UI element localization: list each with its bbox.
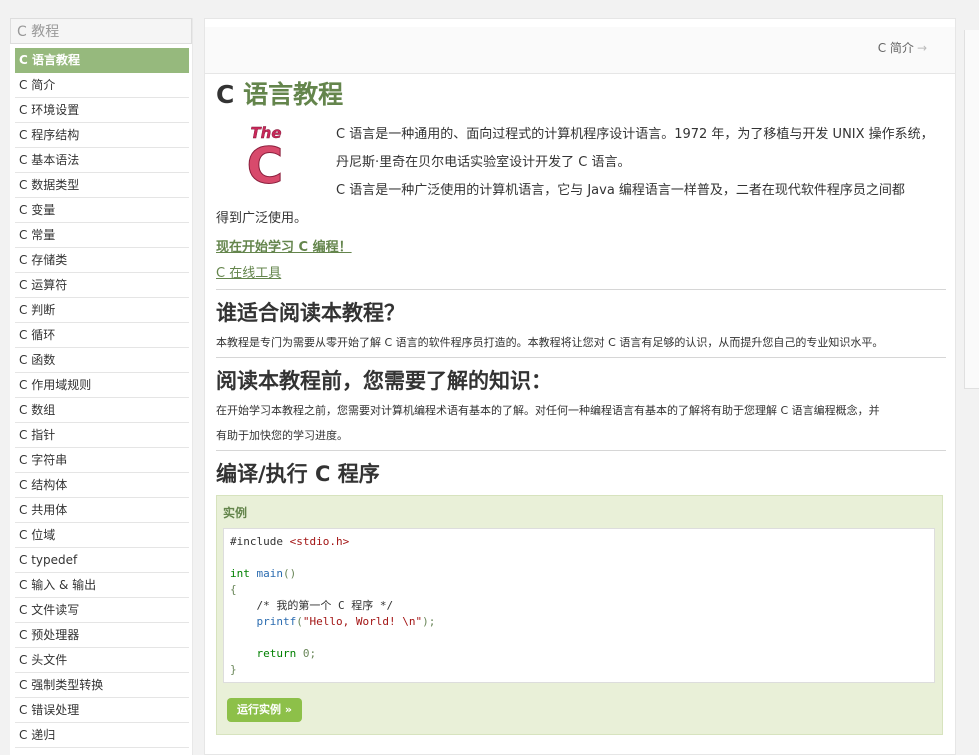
sidebar-item[interactable]: C 变量 (15, 198, 189, 223)
code-string: "Hello, World! \n" (302, 615, 423, 628)
code-header: <stdio.h> (289, 535, 350, 548)
example-box: 实例 #include <stdio.h> int main() { /* 我的… (216, 495, 943, 735)
sidebar-item[interactable]: C 程序结构 (15, 123, 189, 148)
main-content: C 简介 → C 语言教程 The C C 语言是一种通用的、面向过程式的计算机程… (204, 18, 956, 755)
section-prerequisites-title: 阅读本教程前，您需要了解的知识： (216, 369, 552, 393)
online-tools-link[interactable]: C 在线工具 (216, 261, 946, 287)
top-navigation: C 简介 → (205, 27, 955, 74)
arrow-right-icon: → (916, 41, 927, 55)
sidebar-item[interactable]: C 数据类型 (15, 173, 189, 198)
sidebar-item[interactable]: C typedef (15, 548, 189, 573)
code-keyword-int: int (230, 567, 250, 580)
sidebar-item[interactable]: C 字符串 (15, 448, 189, 473)
code-paren-open: ( (296, 615, 303, 628)
code-main: main (249, 567, 283, 580)
sidebar-item[interactable]: C 数组 (15, 398, 189, 423)
next-page-link[interactable]: C 简介 → (878, 39, 927, 56)
sidebar-item[interactable]: C 输入 & 输出 (15, 573, 189, 598)
sidebar-item[interactable]: C 环境设置 (15, 98, 189, 123)
c-language-logo: The C (246, 124, 284, 189)
code-paren-close: ); (422, 615, 436, 628)
intro-section: The C C 语言是一种通用的、面向过程式的计算机程序设计语言。1972 年，… (216, 121, 946, 233)
sidebar-item[interactable]: C 指针 (15, 423, 189, 448)
sidebar: C 教程 C 语言教程 C 简介 C 环境设置 C 程序结构 C 基本语法 C 数据类型 C… (10, 18, 193, 755)
sidebar-item[interactable]: C 运算符 (15, 273, 189, 298)
code-include: #include (230, 535, 290, 548)
logo-c-letter: C (247, 137, 284, 189)
sidebar-item[interactable]: C 函数 (15, 348, 189, 373)
page-title: C 语言教程 (216, 79, 946, 111)
next-page-label: C 简介 (877, 41, 914, 55)
sidebar-item[interactable]: C 错误处理 (15, 698, 189, 723)
section-audience-text: 本教程是专门为需要从零开始了解 C 语言的软件程序员打造的。本教程将让您对 C … (216, 336, 884, 349)
code-block[interactable]: #include <stdio.h> int main() { /* 我的第一个… (223, 528, 935, 683)
code-return: return (230, 647, 297, 660)
code-return-value: 0; (296, 647, 317, 660)
divider (216, 357, 946, 358)
section-prerequisites-text: 在开始学习本教程之前，您需要对计算机编程术语有基本的了解。对任何一种编程语言有基… (216, 404, 880, 417)
sidebar-list: C 语言教程 C 简介 C 环境设置 C 程序结构 C 基本语法 C 数据类型 C 变量 C … (10, 48, 192, 748)
sidebar-item[interactable]: C 共用体 (15, 498, 189, 523)
section-compile-title: 编译/执行 C 程序 (216, 462, 380, 486)
sidebar-item[interactable]: C 常量 (15, 223, 189, 248)
sidebar-item[interactable]: C 基本语法 (15, 148, 189, 173)
code-printf: printf (230, 615, 297, 628)
page-title-highlight: 语言教程 (243, 80, 344, 109)
sidebar-item[interactable]: C 位域 (15, 523, 189, 548)
sidebar-item[interactable]: C 判断 (15, 298, 189, 323)
sidebar-item[interactable]: C 存储类 (15, 248, 189, 273)
sidebar-item[interactable]: C 文件读写 (15, 598, 189, 623)
sidebar-item[interactable]: C 预处理器 (15, 623, 189, 648)
sidebar-item[interactable]: C 循环 (15, 323, 189, 348)
sidebar-item[interactable]: C 头文件 (15, 648, 189, 673)
section-prerequisites-text-continued: 有助于加快您的学习进度。 (216, 429, 348, 442)
sidebar-header: C 教程 (10, 18, 192, 44)
sidebar-item[interactable]: C 简介 (15, 73, 189, 98)
sidebar-item[interactable]: C 结构体 (15, 473, 189, 498)
intro-paragraph-2-continued: 得到广泛使用。 (216, 211, 308, 226)
intro-paragraph-1: C 语言是一种通用的、面向过程式的计算机程序设计语言。1972 年，为了移植与开… (336, 127, 934, 170)
code-brace-close: } (230, 663, 237, 676)
page-title-prefix: C (216, 80, 244, 109)
sidebar-item[interactable]: C 强制类型转换 (15, 673, 189, 698)
code-parens: () (283, 567, 297, 580)
example-title: 实例 (223, 506, 248, 520)
run-example-button[interactable]: 运行实例 » (227, 698, 302, 722)
divider (216, 289, 946, 290)
article: C 语言教程 The C C 语言是一种通用的、面向过程式的计算机程序设计语言。… (216, 79, 946, 735)
sidebar-item[interactable]: C 递归 (15, 723, 189, 748)
start-learning-link[interactable]: 现在开始学习 C 编程！ (216, 235, 946, 261)
sidebar-item[interactable]: C 作用域规则 (15, 373, 189, 398)
scrollbar[interactable] (964, 30, 979, 389)
intro-paragraph-2: C 语言是一种广泛使用的计算机语言，它与 Java 编程语言一样普及，二者在现代… (336, 183, 905, 198)
code-comment: /* 我的第一个 C 程序 */ (230, 599, 394, 612)
divider (216, 450, 946, 451)
sidebar-item[interactable]: C 语言教程 (15, 48, 189, 73)
section-audience-title: 谁适合阅读本教程？ (216, 301, 405, 325)
code-brace-open: { (230, 583, 237, 596)
